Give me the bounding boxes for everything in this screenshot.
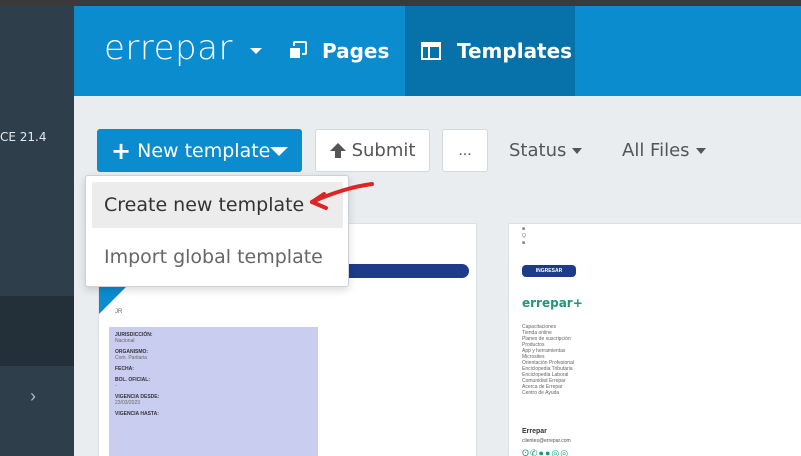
form-value: Nacional: [115, 338, 135, 344]
caret-down-icon: [695, 147, 706, 154]
files-filter-label: All Files: [622, 140, 690, 161]
status-filter-label: Status: [509, 140, 567, 161]
more-actions-button[interactable]: ...: [442, 129, 488, 172]
nav-item-templates[interactable]: Templates: [405, 6, 575, 96]
form-label: VIGENCIA HASTA:: [115, 411, 159, 417]
card-corner-triangle: [99, 286, 127, 314]
annotation-arrow-icon: [310, 182, 374, 210]
status-filter[interactable]: Status: [509, 140, 583, 161]
caret-down-icon: [572, 147, 583, 154]
card-brand-logo: errepar+: [522, 296, 583, 310]
nav-templates-label: Templates: [457, 39, 573, 63]
card-small-text: JR: [115, 309, 123, 315]
app-root: CE 21.4 › errepar Pages Templates + New …: [0, 0, 801, 456]
upload-arrow-icon: [329, 142, 346, 159]
card-footer-title: Errepar: [522, 428, 547, 435]
nav-pages-label: Pages: [322, 39, 390, 63]
pages-icon: [288, 41, 308, 61]
brand-logo[interactable]: errepar: [104, 28, 233, 68]
version-label: CE 21.4: [0, 130, 47, 144]
form-value: -: [115, 383, 117, 389]
menu-item-import-global-template[interactable]: Import global template: [92, 234, 343, 280]
form-label: FECHA:: [115, 366, 134, 372]
top-header: errepar Pages Templates: [74, 6, 801, 96]
plus-icon: +: [111, 136, 132, 165]
social-icons: ʘ✆●●◎◎: [522, 448, 570, 456]
sidebar-active-item[interactable]: [0, 296, 74, 366]
templates-icon: [421, 42, 441, 60]
new-template-label: New template: [137, 139, 271, 162]
submit-label: Submit: [351, 140, 416, 161]
card-links-list: Capacitaciones Tienda online Planes de s…: [522, 324, 574, 396]
chevron-right-icon[interactable]: ›: [30, 386, 36, 407]
left-sidebar: CE 21.4 ›: [0, 0, 801, 456]
template-card[interactable]: ■ Q ■ INGRESAR errepar+ Capacitaciones T…: [508, 223, 801, 456]
submit-button[interactable]: Submit: [315, 129, 430, 172]
nav-item-pages[interactable]: Pages: [288, 6, 389, 96]
card-login-button: INGRESAR: [522, 265, 576, 277]
card-form-preview: JURISDICCIÓN: Nacional ORGANISMO: Com. P…: [109, 327, 318, 456]
card-footer-email: clientes@errepar.com: [522, 438, 571, 444]
form-value: 23/03/2023: [115, 400, 141, 406]
new-template-button[interactable]: + New template: [97, 129, 302, 172]
card-top-lines: ■ Q ■: [522, 226, 526, 246]
form-value: Com. Paritaria: [115, 355, 147, 361]
caret-down-icon[interactable]: [270, 147, 288, 156]
caret-down-icon[interactable]: [250, 48, 262, 54]
files-filter[interactable]: All Files: [622, 140, 706, 161]
list-item: Centro de Ayuda: [522, 390, 560, 396]
